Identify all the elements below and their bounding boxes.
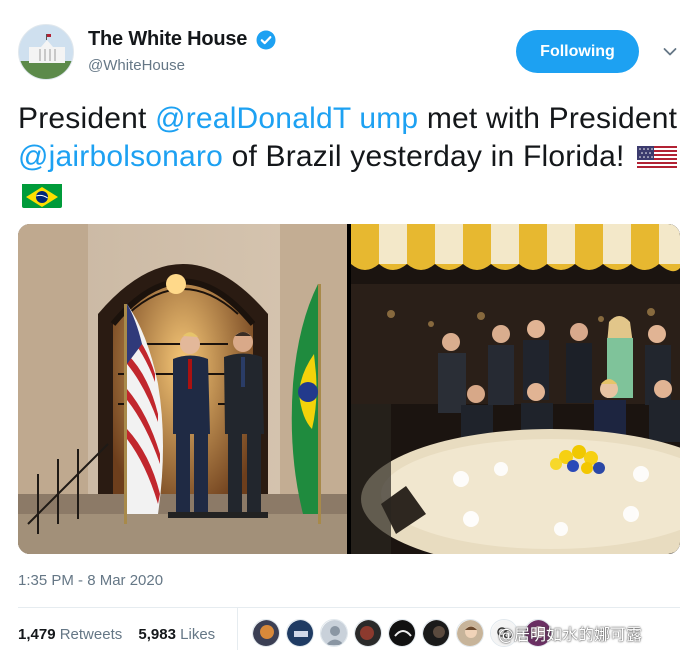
tweet-text-part: of Brazil yesterday in Florida! xyxy=(223,140,625,173)
brazil-flag-icon xyxy=(22,182,62,208)
mention-realdonaldtrump[interactable]: @realDonaldT ump xyxy=(155,102,418,135)
retweets-label: Retweets xyxy=(59,626,123,643)
following-button[interactable]: Following xyxy=(516,30,639,73)
liker-avatar-7[interactable] xyxy=(456,619,484,647)
tweet-media[interactable] xyxy=(18,224,680,554)
mention-jairbolsonaro[interactable]: @jairbolsonaro xyxy=(18,140,223,173)
liker-avatar-1[interactable] xyxy=(252,619,280,647)
divider-vertical xyxy=(237,608,238,650)
tweet-text-part: President xyxy=(18,102,156,135)
tweet-text-part: met with President xyxy=(418,102,678,135)
display-name[interactable]: The White House xyxy=(88,28,247,51)
likes-count: 5,983 xyxy=(138,626,176,643)
divider xyxy=(18,607,680,608)
tweet-header: The White House @WhiteHouse Following xyxy=(18,24,678,84)
liker-avatar-3[interactable] xyxy=(320,619,348,647)
liker-avatar-6[interactable] xyxy=(422,619,450,647)
photo-two-presidents-with-flags[interactable] xyxy=(18,224,347,554)
account-names: The White House @WhiteHouse xyxy=(88,28,276,74)
likes-label: Likes xyxy=(180,626,216,643)
retweets-stat[interactable]: 1,479 Retweets xyxy=(18,626,122,643)
photo-dinner-table-group[interactable] xyxy=(351,224,680,554)
retweets-count: 1,479 xyxy=(18,626,56,643)
chevron-down-icon[interactable] xyxy=(662,44,678,60)
white-house-avatar[interactable] xyxy=(18,24,74,80)
likes-stat[interactable]: 5,983 Likes xyxy=(138,626,215,643)
account-handle[interactable]: @WhiteHouse xyxy=(88,57,276,74)
tweet-text: President @realDonaldT ump met with Pres… xyxy=(18,100,678,214)
liker-avatar-5[interactable] xyxy=(388,619,416,647)
watermark-text: @居明如水的娜可露 xyxy=(498,625,643,644)
verified-badge-icon xyxy=(256,30,276,50)
us-flag-icon xyxy=(637,144,678,170)
tweet-timestamp[interactable]: 1:35 PM - 8 Mar 2020 xyxy=(18,572,163,589)
liker-avatar-4[interactable] xyxy=(354,619,382,647)
liker-avatar-2[interactable] xyxy=(286,619,314,647)
tweet-stats: 1,479 Retweets 5,983 Likes xyxy=(18,626,227,643)
